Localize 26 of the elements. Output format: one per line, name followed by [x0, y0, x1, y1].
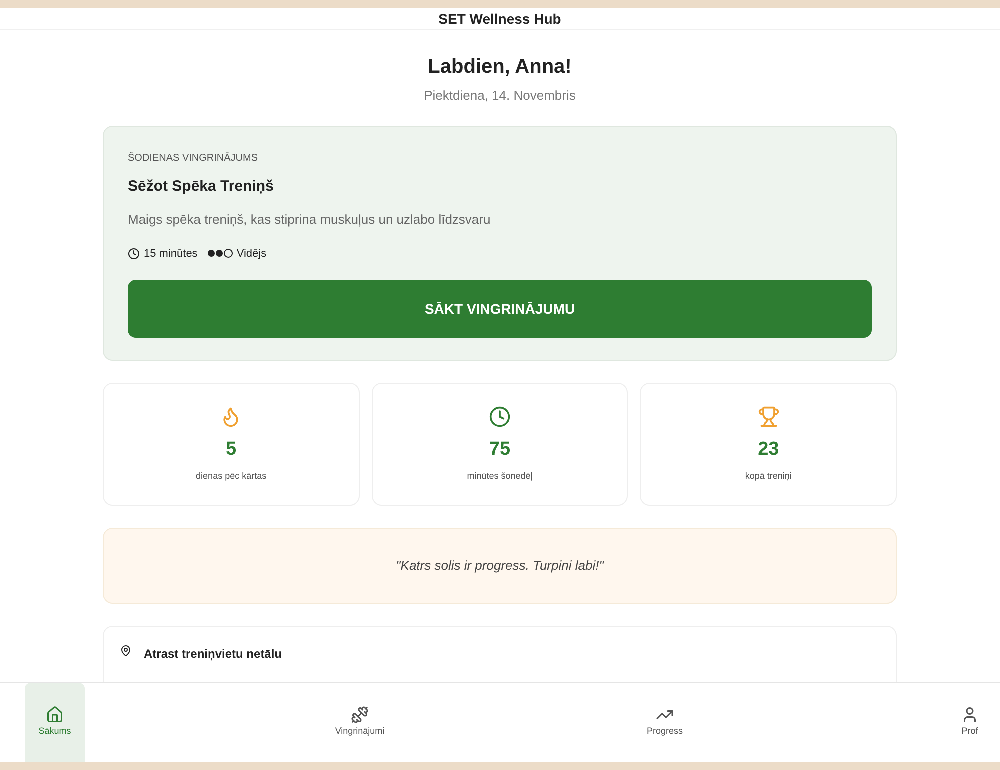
- app-title: SET Wellness Hub: [438, 12, 562, 26]
- stat-label: minūtes šonedēļ: [467, 470, 533, 483]
- nav-tab[interactable]: Sākums: [25, 683, 85, 762]
- nav-tab[interactable]: Progress: [635, 683, 695, 762]
- stat-value: 23: [758, 438, 780, 462]
- difficulty-text: Vidējs: [236, 246, 267, 262]
- date-text: Piektdiena, 14. Novembris: [424, 87, 576, 105]
- quote-text: "Katrs solis ir progress. Turpini labi!": [396, 557, 604, 576]
- stat-value: 75: [489, 438, 511, 462]
- stat-label: dienas pēc kārtas: [196, 470, 267, 483]
- workout-description: Maigs spēka treniņš, kas stiprina muskuļus un uzlabo līdzsvaru: [128, 211, 492, 229]
- start-workout-button[interactable]: SĀKT VINGRINĀJUMU: [128, 280, 872, 338]
- section-label: ŠODIENAS VINGRINĀJUMS: [128, 151, 260, 166]
- nav-tab[interactable]: Prof: [940, 683, 1000, 762]
- clock-icon: [128, 248, 140, 260]
- workout-title: Sēžot Spēka Treniņš: [128, 176, 275, 196]
- nav-tab[interactable]: Vingrinājumi: [330, 683, 390, 762]
- stat-label: kopā treniņi: [745, 470, 792, 483]
- duration-text: 15 minūtes: [144, 246, 198, 262]
- location-text: Atrast treniņvietu netālu: [144, 646, 282, 663]
- dumbbell-icon: [351, 706, 369, 724]
- home-icon: [46, 706, 64, 724]
- person-icon: [961, 706, 979, 724]
- greeting-title: Labdien, Anna!: [428, 55, 572, 80]
- stat-value: 5: [226, 438, 237, 462]
- location-pin-icon: [120, 645, 132, 657]
